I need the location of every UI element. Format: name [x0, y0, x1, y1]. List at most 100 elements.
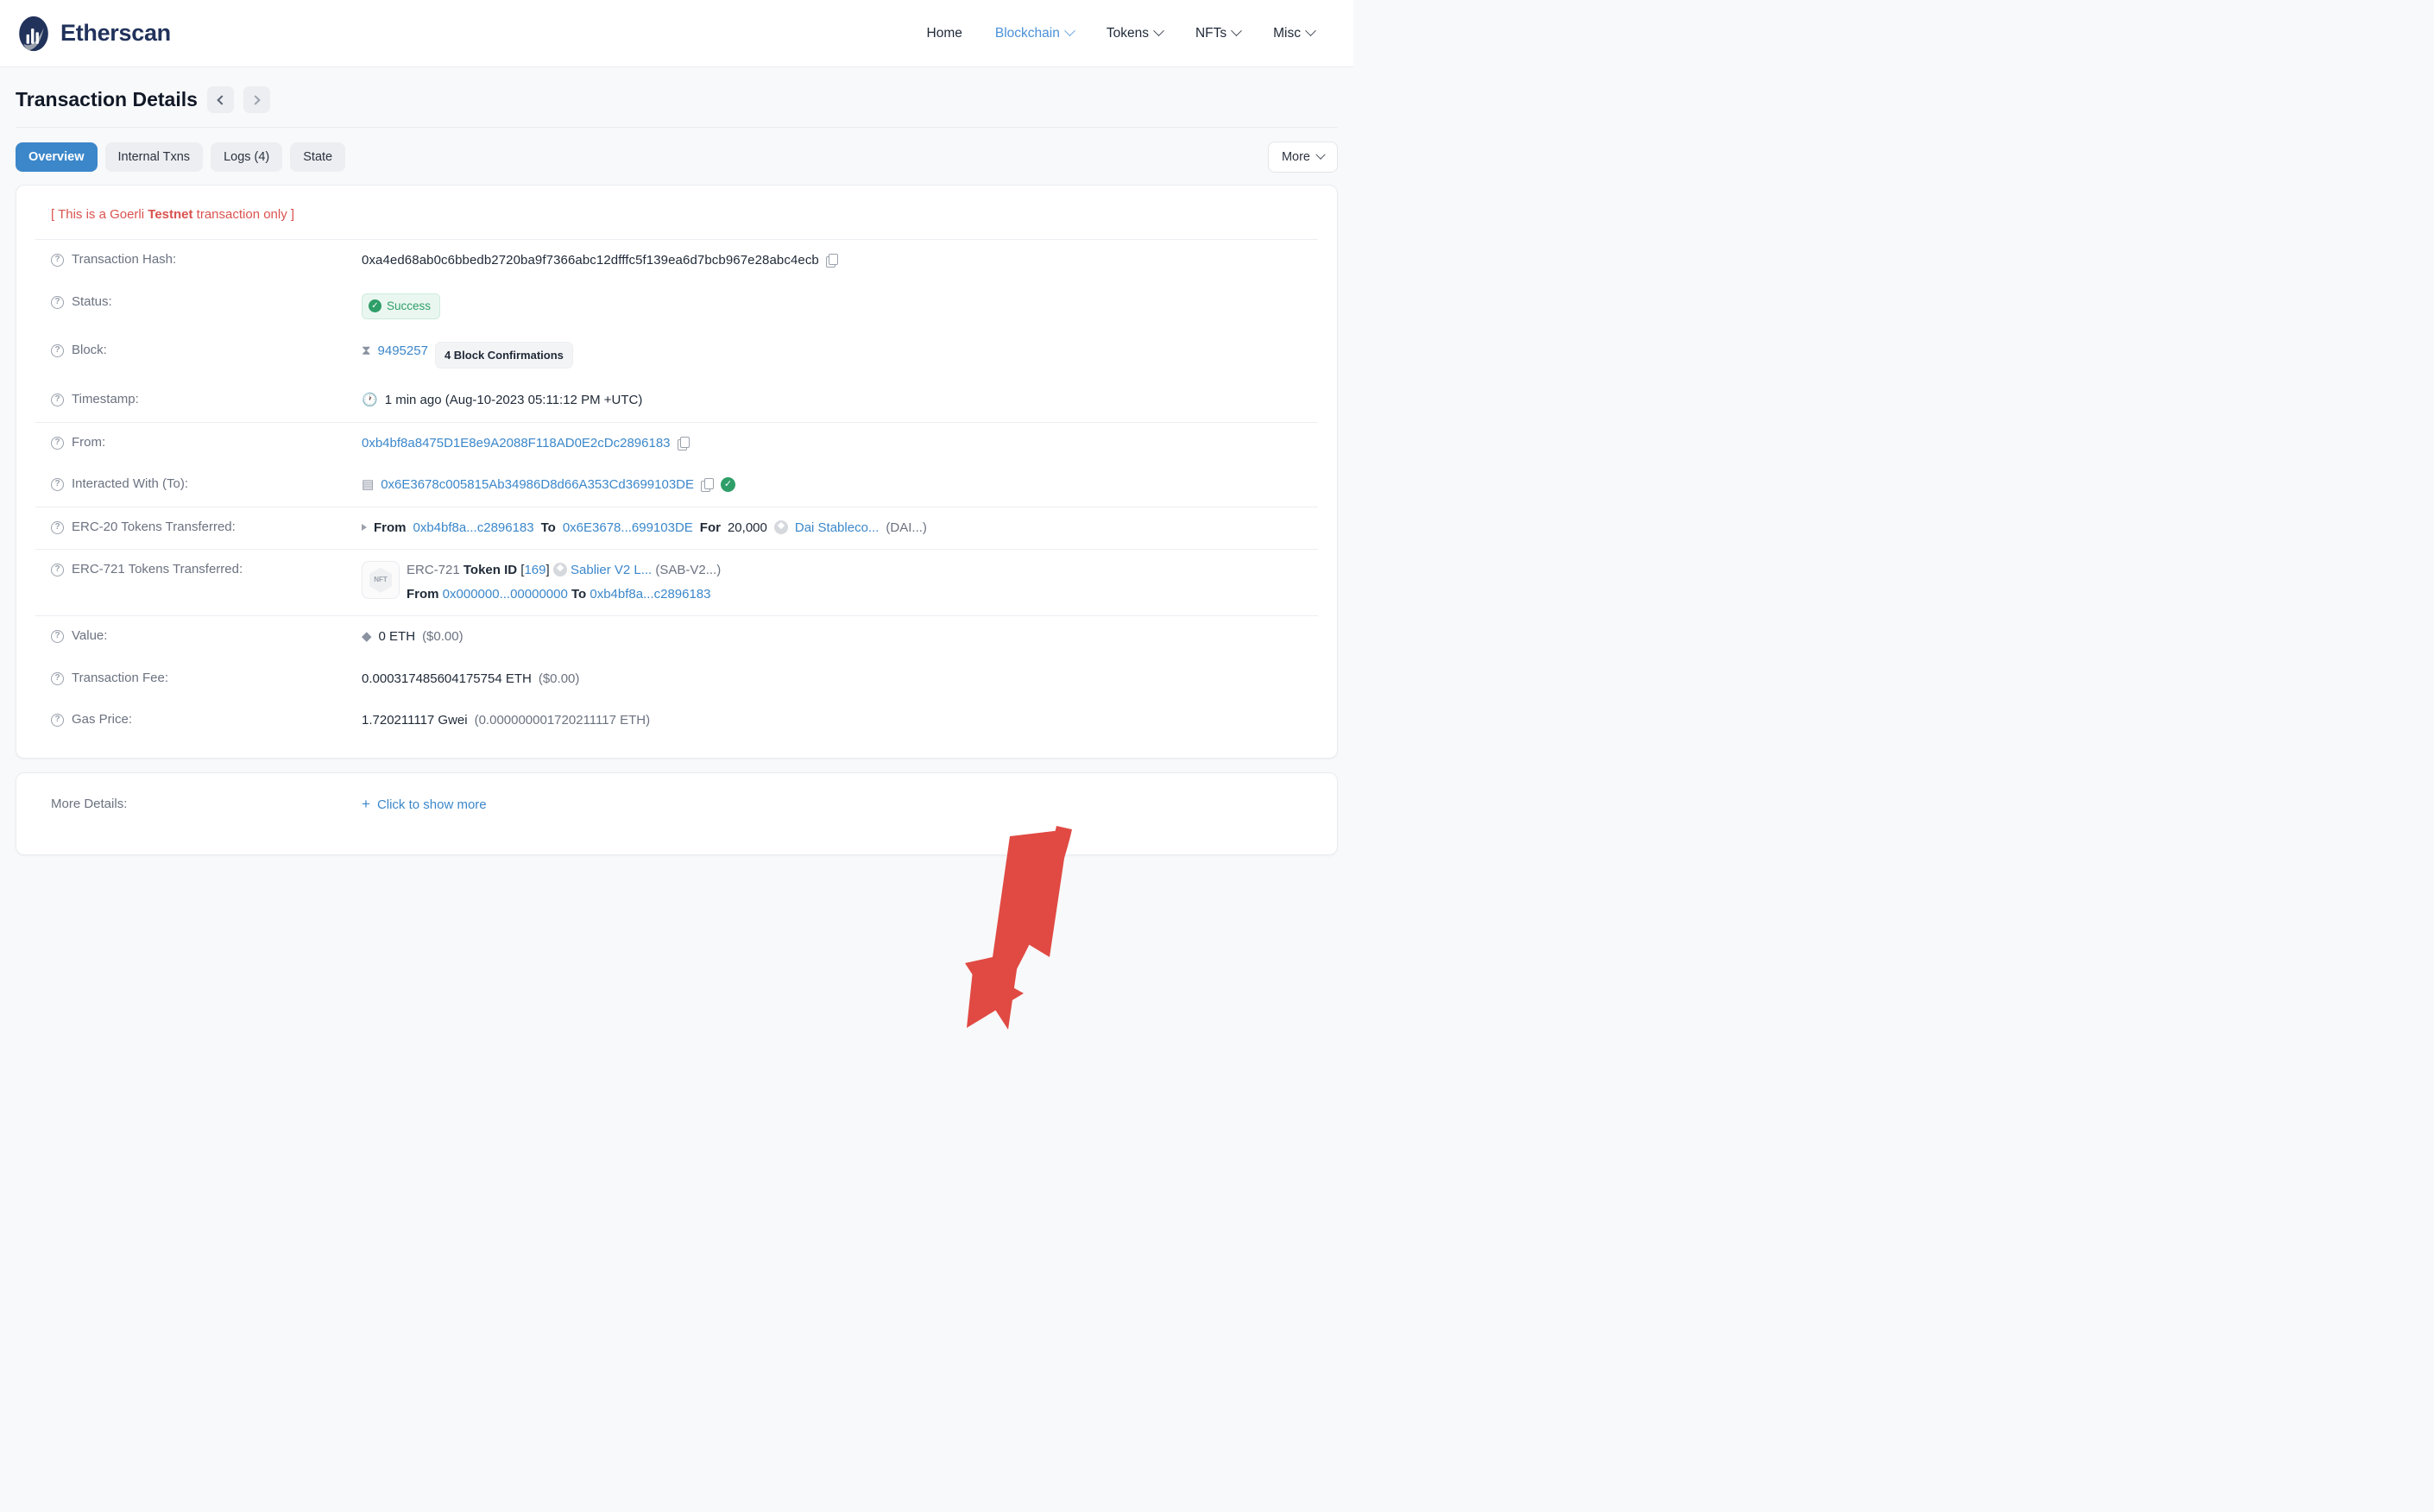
help-icon[interactable]: ?	[51, 254, 64, 267]
next-transaction-button[interactable]	[243, 86, 270, 113]
transaction-overview-card: [ This is a Goerli Testnet transaction o…	[16, 185, 1338, 759]
help-icon[interactable]: ?	[51, 630, 64, 644]
label-block: ? Block:	[35, 342, 362, 357]
nav-label: Blockchain	[994, 25, 1060, 41]
more-dropdown-button[interactable]: More	[1267, 142, 1338, 173]
tab-logs[interactable]: Logs (4)	[211, 142, 283, 172]
row-from: ? From: 0xb4bf8a8475D1E8e9A2088F118AD0E2…	[35, 423, 1318, 465]
erc721-token-id-word: Token ID	[463, 563, 518, 578]
annotation-arrow-icon	[965, 826, 1072, 1030]
brand-name: Etherscan	[60, 20, 171, 46]
erc20-to-address[interactable]: 0x6E3678...699103DE	[563, 519, 693, 539]
from-address-link[interactable]: 0xb4bf8a8475D1E8e9A2088F118AD0E2cDc28961…	[362, 434, 671, 454]
help-icon[interactable]: ?	[51, 436, 64, 450]
erc721-transfer-line: From 0x000000...00000000 To 0xb4bf8a...c…	[407, 585, 721, 605]
timestamp-value: 1 min ago (Aug-10-2023 05:11:12 PM +UTC)	[384, 393, 643, 408]
testnet-prefix: [ This is a Goerli	[51, 207, 148, 222]
erc20-token-symbol: (DAI...)	[886, 520, 927, 535]
value-more-details: + Click to show more	[362, 796, 1318, 816]
erc20-token-name[interactable]: Dai Stableco...	[795, 519, 880, 539]
value-erc20-transfers: From 0xb4bf8a...c2896183 To 0x6E3678...6…	[362, 519, 1318, 539]
plus-icon: +	[362, 795, 370, 812]
collection-icon	[552, 563, 567, 577]
erc721-from-address[interactable]: 0x000000...00000000	[443, 587, 568, 602]
contract-address-link[interactable]: 0x6E3678c005815Ab34986D8d66A353Cd3699103…	[381, 476, 694, 495]
value-interacted-with: ▤ 0x6E3678c005815Ab34986D8d66A353Cd36991…	[362, 476, 1318, 495]
help-icon[interactable]: ?	[51, 520, 64, 534]
expand-caret-icon[interactable]	[362, 523, 367, 531]
chevron-down-icon	[1153, 25, 1164, 37]
erc20-for-word: For	[699, 520, 721, 535]
erc721-to-word: To	[571, 586, 587, 602]
tab-state[interactable]: State	[290, 142, 346, 172]
erc721-standard: ERC-721	[407, 563, 460, 578]
fee-fiat: ($0.00)	[538, 671, 580, 686]
value-fiat: ($0.00)	[422, 629, 463, 645]
label-text: Interacted With (To):	[72, 476, 189, 492]
gas-price-eth: (0.000000001720211117 ETH)	[474, 713, 651, 728]
page-title: Transaction Details	[16, 88, 198, 110]
help-icon[interactable]: ?	[51, 564, 64, 577]
brand-logo-link[interactable]: Etherscan	[16, 16, 171, 52]
gas-price-gwei: 1.720211117 Gwei	[362, 713, 468, 728]
nav-item-tokens[interactable]: Tokens	[1090, 17, 1179, 50]
value-transaction-fee: 0.000317485604175754 ETH ($0.00)	[362, 670, 1318, 690]
row-transaction-hash: ? Transaction Hash: 0xa4ed68ab0c6bbedb27…	[35, 240, 1318, 282]
copy-icon[interactable]	[701, 478, 714, 493]
check-circle-icon: ✓	[369, 299, 381, 313]
label-erc20-transfers: ? ERC-20 Tokens Transferred:	[35, 519, 362, 534]
block-confirmations-badge: 4 Block Confirmations	[434, 341, 573, 369]
help-icon[interactable]: ?	[51, 295, 64, 309]
row-interacted-with: ? Interacted With (To): ▤ 0x6E3678c00581…	[35, 464, 1318, 507]
show-more-link[interactable]: Click to show more	[377, 796, 487, 816]
label-text: ERC-20 Tokens Transferred:	[72, 519, 236, 534]
status-badge: ✓ Success	[362, 293, 441, 319]
value-transaction-hash: 0xa4ed68ab0c6bbedb2720ba9f7366abc12dfffc…	[362, 251, 1318, 271]
nav-item-home[interactable]: Home	[911, 17, 979, 50]
chevron-left-icon	[217, 94, 227, 105]
clock-icon: 🕐	[362, 393, 378, 408]
label-gas-price: ? Gas Price:	[35, 711, 362, 728]
erc721-to-address[interactable]: 0xb4bf8a...c2896183	[590, 587, 710, 602]
help-icon[interactable]: ?	[51, 714, 64, 728]
tab-internal-txns[interactable]: Internal Txns	[104, 142, 204, 172]
main-nav: Home Blockchain Tokens NFTs Misc	[911, 17, 1331, 50]
label-text: Status:	[72, 293, 112, 309]
nav-label: NFTs	[1195, 25, 1227, 41]
nav-item-misc[interactable]: Misc	[1257, 17, 1331, 50]
copy-icon[interactable]	[677, 436, 690, 450]
value-gas-price: 1.720211117 Gwei (0.000000001720211117 E…	[362, 711, 1318, 731]
etherscan-logo-icon	[19, 16, 48, 51]
nav-label: Misc	[1273, 25, 1301, 41]
label-timestamp: ? Timestamp:	[35, 391, 362, 407]
more-details-card: More Details: + Click to show more	[16, 772, 1338, 855]
label-text: Timestamp:	[72, 392, 139, 407]
site-header: Etherscan Home Blockchain Tokens NFTs Mi…	[0, 0, 1353, 67]
row-more-details: More Details: + Click to show more	[35, 796, 1318, 832]
nav-item-blockchain[interactable]: Blockchain	[979, 17, 1090, 50]
nft-thumbnail: NFT	[362, 561, 400, 600]
chevron-down-icon	[1315, 149, 1326, 160]
help-icon[interactable]: ?	[51, 343, 64, 357]
row-gas-price: ? Gas Price: 1.720211117 Gwei (0.0000000…	[35, 700, 1318, 742]
tab-group: Overview Internal Txns Logs (4) State	[16, 142, 346, 172]
tab-bar: Overview Internal Txns Logs (4) State Mo…	[0, 128, 1353, 185]
erc721-token-id[interactable]: 169	[524, 563, 545, 577]
fee-amount: 0.000317485604175754 ETH	[362, 671, 532, 686]
help-icon[interactable]: ?	[51, 671, 64, 685]
nav-item-nfts[interactable]: NFTs	[1179, 17, 1257, 50]
erc20-from-address[interactable]: 0xb4bf8a...c2896183	[413, 519, 534, 539]
copy-icon[interactable]	[825, 254, 839, 268]
erc721-collection-link[interactable]: Sablier V2 L...	[571, 563, 652, 577]
chevron-down-icon	[1063, 25, 1075, 37]
help-icon[interactable]: ?	[51, 394, 64, 407]
help-icon[interactable]: ?	[51, 478, 64, 492]
label-text: Value:	[72, 628, 108, 644]
verified-contract-icon: ✓	[721, 477, 735, 493]
nav-label: Tokens	[1106, 25, 1149, 41]
prev-transaction-button[interactable]	[206, 86, 234, 113]
tab-overview[interactable]: Overview	[16, 142, 98, 172]
chevron-right-icon	[250, 94, 261, 105]
block-number-link[interactable]: 9495257	[378, 342, 428, 362]
value-from: 0xb4bf8a8475D1E8e9A2088F118AD0E2cDc28961…	[362, 434, 1318, 454]
